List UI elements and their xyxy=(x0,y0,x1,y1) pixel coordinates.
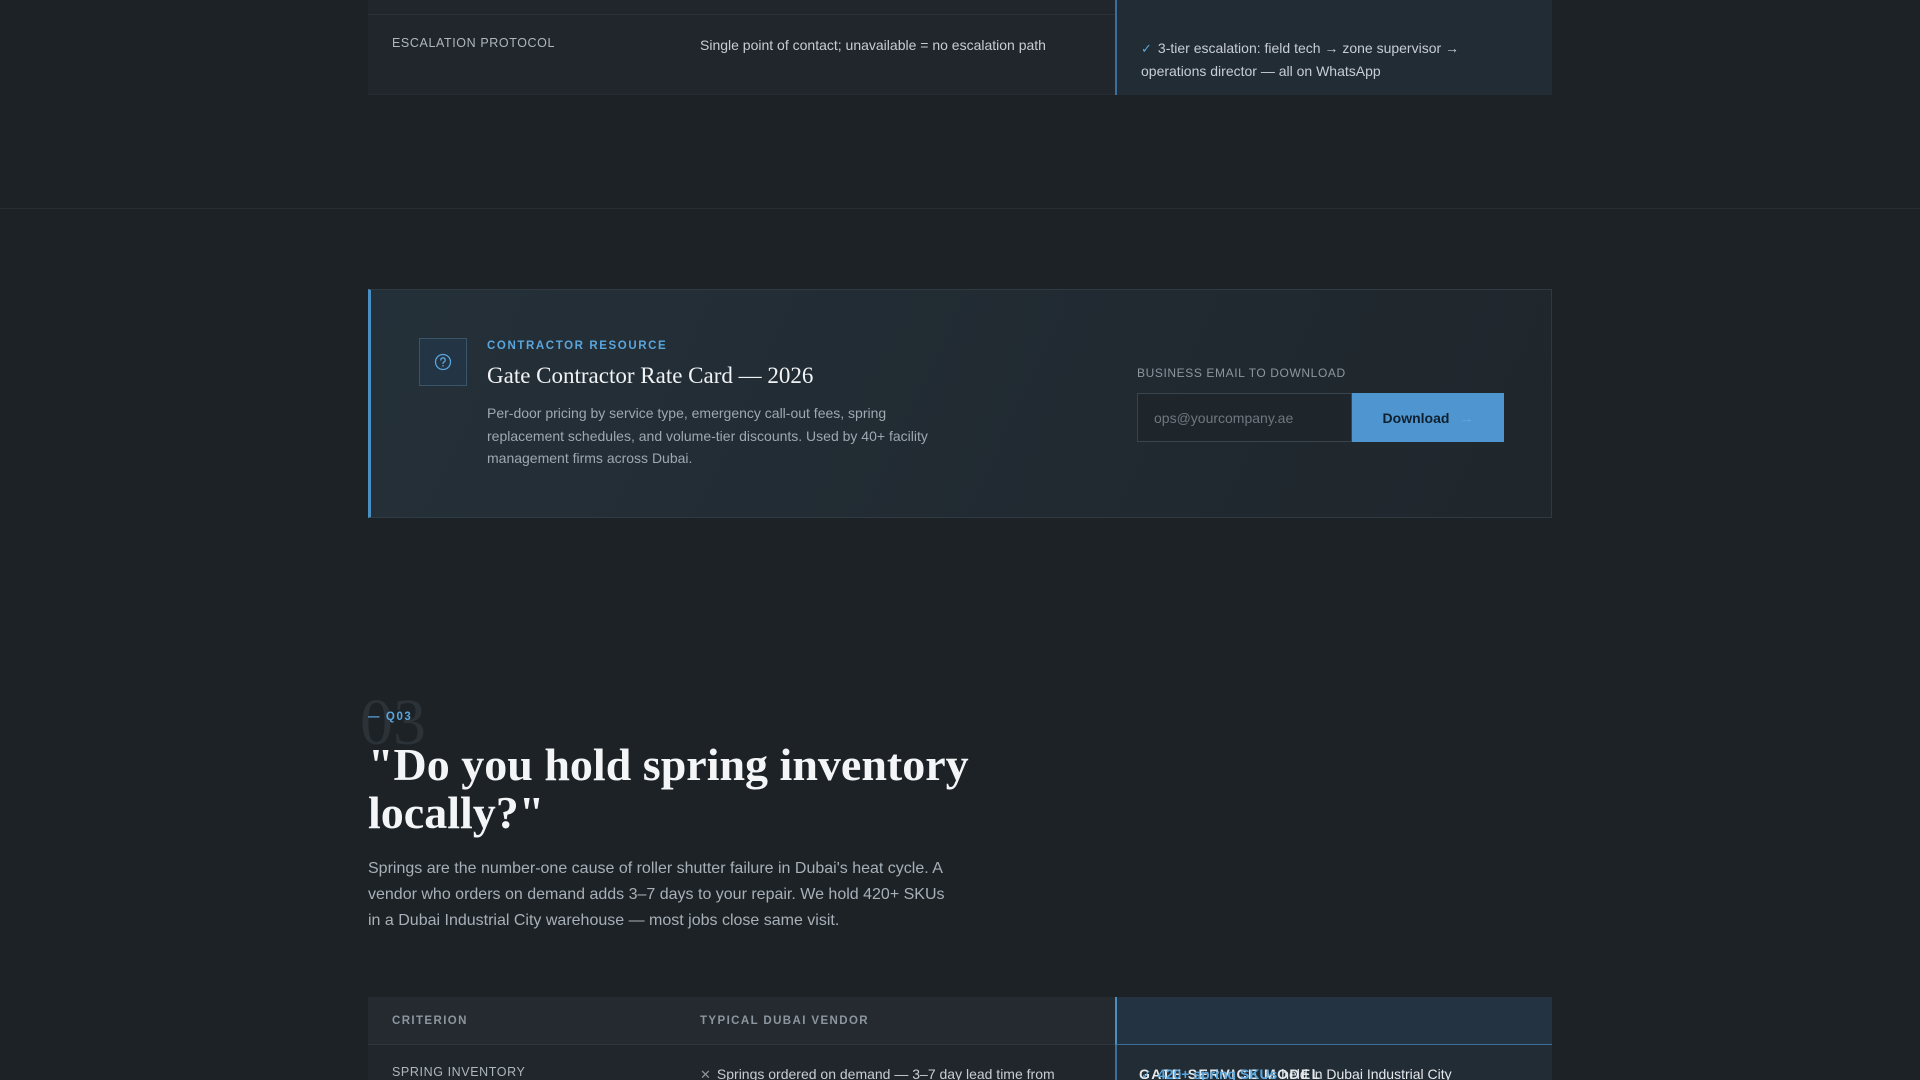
criterion-cell: SPRING INVENTORY xyxy=(392,1065,526,1079)
comparison-table-q03: CRITERION TYPICAL DUBAI VENDOR GATE SERV… xyxy=(368,997,1552,1080)
question-circle-icon xyxy=(419,338,467,386)
arrow-right-icon: → xyxy=(1459,409,1474,426)
section-divider xyxy=(0,208,1920,209)
card-title: Gate Contractor Rate Card — 2026 xyxy=(487,363,814,388)
email-field[interactable] xyxy=(1137,393,1352,442)
gate-cell-text: 3-tier escalation: field tech → zone sup… xyxy=(1141,40,1460,79)
download-button-label: Download xyxy=(1382,409,1450,426)
header-vendor: TYPICAL DUBAI VENDOR xyxy=(700,1015,869,1027)
email-field-label: BUSINESS EMAIL TO DOWNLOAD xyxy=(1137,366,1346,380)
gate-cell: ✓ 420+ spring SKUs held in Dubai Industri… xyxy=(1141,1066,1452,1080)
gate-column-header-bg xyxy=(1115,997,1552,1045)
criterion-cell: ESCALATION PROTOCOL xyxy=(392,36,556,50)
comparison-table-q02: ESCALATION PROTOCOL Single point of cont… xyxy=(368,0,1552,95)
gate-cell-highlight: 420+ spring SKUs xyxy=(1157,1066,1278,1080)
cross-icon: ✕ xyxy=(700,1067,711,1080)
vendor-cell-text: Springs ordered on demand — 3–7 day lead… xyxy=(716,1066,1055,1080)
download-button[interactable]: Download → xyxy=(1352,393,1504,442)
vendor-cell: ✕ Springs ordered on demand — 3–7 day lea… xyxy=(700,1066,1055,1080)
header-criterion: CRITERION xyxy=(392,1015,468,1027)
gate-cell: ✓ 3-tier escalation: field tech → zone su… xyxy=(1141,37,1501,82)
gate-cell-text: held in Dubai Industrial City xyxy=(1281,1066,1452,1080)
card-description: Per-door pricing by service type, emerge… xyxy=(487,405,928,466)
vendor-cell: Single point of contact; unavailable = n… xyxy=(700,37,1046,53)
question-tag: — Q03 xyxy=(368,711,413,723)
question-body: Springs are the number-one cause of roll… xyxy=(368,860,945,929)
card-eyebrow: CONTRACTOR RESOURCE xyxy=(487,340,668,352)
contractor-resource-card: CONTRACTOR RESOURCE Gate Contractor Rate… xyxy=(368,289,1552,518)
check-icon: ✓ xyxy=(1141,41,1152,56)
question-title: "Do you hold spring inventory locally?" xyxy=(368,739,969,838)
check-icon: ✓ xyxy=(1141,1067,1152,1080)
